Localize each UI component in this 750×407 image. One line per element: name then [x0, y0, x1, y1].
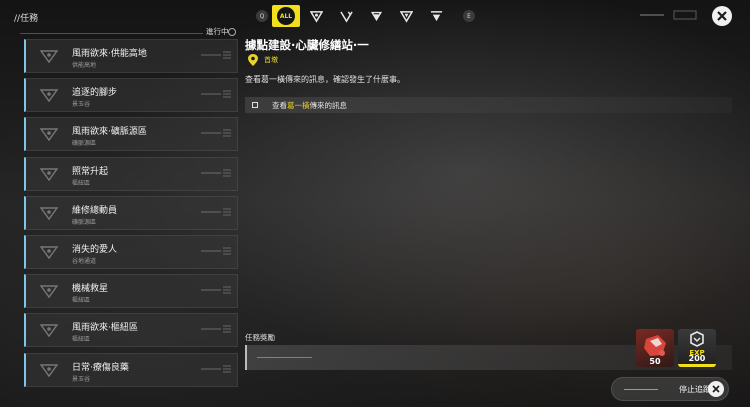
e-key-hint[interactable]: E	[463, 10, 475, 22]
branch-quest-icon	[339, 10, 353, 23]
quest-location: 樞紐區	[72, 179, 91, 187]
quest-location: 礦脈源區	[72, 140, 97, 148]
quest-filter-bar: Q ALL E	[256, 5, 475, 27]
stop-tracking-label: 停止追蹤	[679, 384, 711, 394]
quest-decoration	[201, 171, 221, 174]
quest-type-icon	[39, 324, 59, 338]
grid-icon	[223, 286, 231, 294]
reward-label: 任務獎勵	[245, 333, 275, 342]
quest-detail-title: 據點建設·心臟修繕站·一	[245, 38, 369, 52]
top-bar: //任務 Q ALL E	[0, 0, 750, 34]
daily-quest-icon	[430, 10, 442, 21]
quest-item[interactable]: 消失的愛人 谷地通道	[24, 234, 238, 269]
quest-item[interactable]: 照常升起 樞紐區	[24, 156, 238, 191]
quest-type-icon	[39, 167, 59, 181]
tab-event-quest[interactable]	[392, 5, 420, 27]
tab-daily-quest[interactable]	[422, 5, 450, 27]
quest-item[interactable]: 維修總動員 礦脈源區	[24, 195, 238, 230]
grid-icon	[223, 129, 231, 137]
quest-type-icon	[39, 89, 59, 103]
all-icon: ALL	[277, 7, 295, 25]
grid-icon	[223, 247, 231, 255]
quest-location: 供能高地	[72, 62, 97, 69]
close-button[interactable]	[712, 6, 732, 26]
quest-location: 景玉谷	[72, 101, 91, 109]
quest-name: 風雨欲來·礦脈源區	[72, 127, 147, 138]
tab-main-quest[interactable]	[302, 5, 330, 27]
location-pin-icon	[248, 54, 258, 66]
quest-objective: 查看葛一橫傳來的訊息	[245, 97, 732, 113]
grid-icon	[223, 169, 231, 177]
quest-decoration	[201, 132, 221, 135]
grid-icon	[223, 365, 231, 372]
exp-reward[interactable]: EXP 200	[678, 329, 716, 367]
quest-name: 風雨欲來·供能高地	[72, 49, 147, 59]
objective-checkbox	[252, 102, 258, 108]
quest-location: 樞紐區	[72, 297, 91, 305]
quest-detail-location[interactable]: 首墩	[248, 54, 278, 66]
quest-name: 機械救星	[72, 284, 109, 295]
objective-text: 查看葛一橫傳來的訊息	[272, 100, 347, 110]
quest-name: 風雨欲來·樞紐區	[72, 323, 138, 334]
quest-decoration	[201, 367, 221, 370]
commission-icon	[370, 11, 382, 21]
quest-list: 風雨欲來·供能高地 供能高地 追逐的腳步 景玉谷 風雨欲來·礦脈源區 礦脈源區 …	[24, 39, 238, 392]
material-reward[interactable]: 50	[636, 329, 674, 367]
reward-amount: 200	[688, 354, 706, 363]
quest-item[interactable]: 機械救星 樞紐區	[24, 274, 238, 309]
reward-bar-decoration	[257, 357, 312, 358]
stop-track-decoration	[624, 388, 658, 390]
grid-icon	[223, 90, 231, 98]
reward-amount: 50	[649, 357, 661, 366]
quest-location: 礦脈源區	[72, 218, 97, 226]
quest-type-icon	[39, 363, 59, 377]
tab-all[interactable]: ALL	[272, 5, 300, 27]
tab-commission[interactable]	[362, 5, 390, 27]
quest-decoration	[201, 289, 221, 292]
quest-name: 追逐的腳步	[72, 88, 118, 99]
stop-tracking-icon	[708, 381, 724, 397]
close-icon	[712, 385, 720, 393]
objective-npc-highlight: 葛一橫	[287, 100, 310, 110]
page-title: //任務	[14, 14, 39, 24]
quest-decoration	[201, 249, 221, 252]
quest-item[interactable]: 日常·療傷良藥 景玉谷	[24, 352, 238, 387]
location-name: 首墩	[264, 56, 278, 64]
collapse-toggle[interactable]	[228, 28, 236, 36]
grid-icon	[223, 208, 231, 216]
quest-type-icon	[39, 128, 59, 142]
quest-item[interactable]: 風雨欲來·供能高地 供能高地	[24, 39, 238, 73]
quest-type-icon	[39, 285, 59, 299]
list-header-line	[20, 33, 203, 34]
quest-location: 谷地通道	[72, 257, 97, 265]
top-decoration	[640, 10, 697, 20]
quest-decoration	[201, 328, 221, 331]
stop-tracking-button[interactable]: 停止追蹤	[611, 377, 729, 401]
quest-item[interactable]: 風雨欲來·樞紐區 樞紐區	[24, 313, 238, 348]
quest-decoration	[201, 210, 221, 213]
close-icon	[717, 11, 727, 21]
quest-description: 查看葛一橫傳來的訊息，確認發生了什麼事。	[245, 75, 405, 84]
q-key-hint[interactable]: Q	[256, 10, 268, 22]
quest-name: 日常·療傷良藥	[72, 362, 129, 373]
quest-location: 樞紐區	[72, 336, 91, 344]
quest-decoration	[201, 93, 221, 96]
grid-icon	[223, 51, 231, 59]
main-quest-icon	[309, 10, 323, 23]
quest-decoration	[201, 54, 221, 56]
quest-name: 照常升起	[72, 166, 109, 177]
grid-icon	[223, 325, 231, 333]
quest-name: 消失的愛人	[72, 244, 118, 255]
quest-item[interactable]: 追逐的腳步 景玉谷	[24, 78, 238, 113]
tab-branch-quest[interactable]	[332, 5, 360, 27]
quest-location: 景玉谷	[72, 375, 91, 383]
quest-type-icon	[39, 207, 59, 220]
quest-item[interactable]: 風雨欲來·礦脈源區 礦脈源區	[24, 117, 238, 152]
quest-name: 維修總動員	[72, 205, 118, 216]
event-quest-icon	[399, 10, 413, 23]
quest-type-icon	[39, 50, 59, 64]
quest-type-icon	[39, 246, 59, 260]
